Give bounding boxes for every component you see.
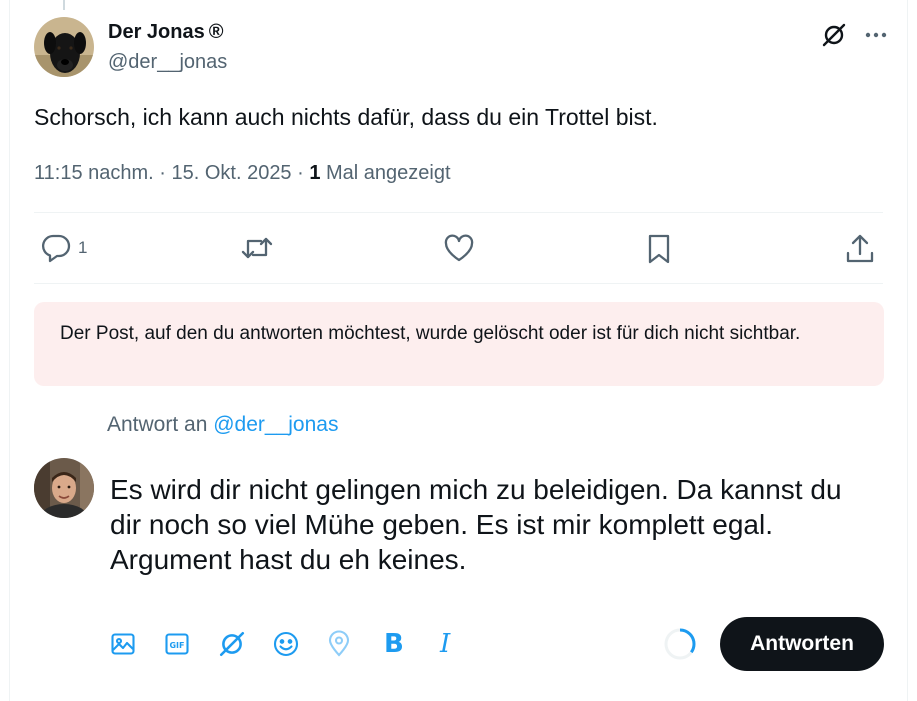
reply-compose-input[interactable]: Es wird dir nicht gelingen mich zu belei…: [110, 472, 880, 577]
reply-target-link[interactable]: @der__jonas: [213, 413, 338, 436]
author-handle[interactable]: @der__jonas: [108, 51, 227, 74]
reply-submit-button[interactable]: Antworten: [720, 617, 884, 671]
thread-line: [63, 0, 65, 10]
like-icon: [444, 234, 474, 262]
like-button[interactable]: [443, 233, 475, 263]
share-icon: [846, 234, 874, 263]
reply-icon: [41, 234, 71, 263]
emoji-icon[interactable]: [272, 626, 326, 662]
post-actions-bar: 1: [34, 213, 883, 283]
svg-text:GIF: GIF: [169, 641, 184, 650]
post-meta: 11:15 nachm. · 15. Okt. 2025 · 1 Mal ang…: [34, 162, 451, 185]
post-top-actions: [821, 22, 887, 48]
deleted-post-notice: Der Post, auf den du antworten möchtest,…: [34, 302, 884, 386]
more-icon[interactable]: [865, 24, 887, 46]
location-icon[interactable]: [326, 626, 380, 662]
post-time[interactable]: 11:15 nachm. · 15. Okt. 2025 ·: [34, 162, 309, 184]
reply-to-line: Antwort an @der__jonas: [107, 413, 339, 436]
repost-button[interactable]: [240, 233, 274, 263]
grok-icon[interactable]: [821, 22, 847, 48]
share-button[interactable]: [845, 233, 875, 265]
view-count: 1: [309, 162, 321, 184]
author-avatar[interactable]: [34, 17, 94, 77]
grok-compose-icon[interactable]: [218, 626, 272, 662]
reply-count: 1: [78, 238, 88, 257]
gif-icon[interactable]: GIF: [164, 626, 218, 662]
author-name[interactable]: Der Jonas ®: [108, 21, 223, 44]
view-label: Mal angezeigt: [320, 162, 451, 184]
user-avatar[interactable]: [34, 458, 94, 518]
compose-toolbar: GIF B I: [110, 626, 488, 662]
bookmark-button[interactable]: [645, 233, 673, 265]
italic-button[interactable]: I: [434, 626, 488, 662]
repost-icon: [241, 237, 273, 259]
bold-button[interactable]: B: [380, 626, 434, 662]
character-progress-ring: [664, 628, 696, 660]
divider: [34, 283, 883, 284]
bookmark-icon: [648, 234, 670, 264]
post-text: Schorsch, ich kann auch nichts dafür, da…: [34, 104, 658, 130]
reply-button[interactable]: 1: [40, 233, 87, 263]
image-icon[interactable]: [110, 626, 164, 662]
author-badge: ®: [208, 21, 224, 43]
